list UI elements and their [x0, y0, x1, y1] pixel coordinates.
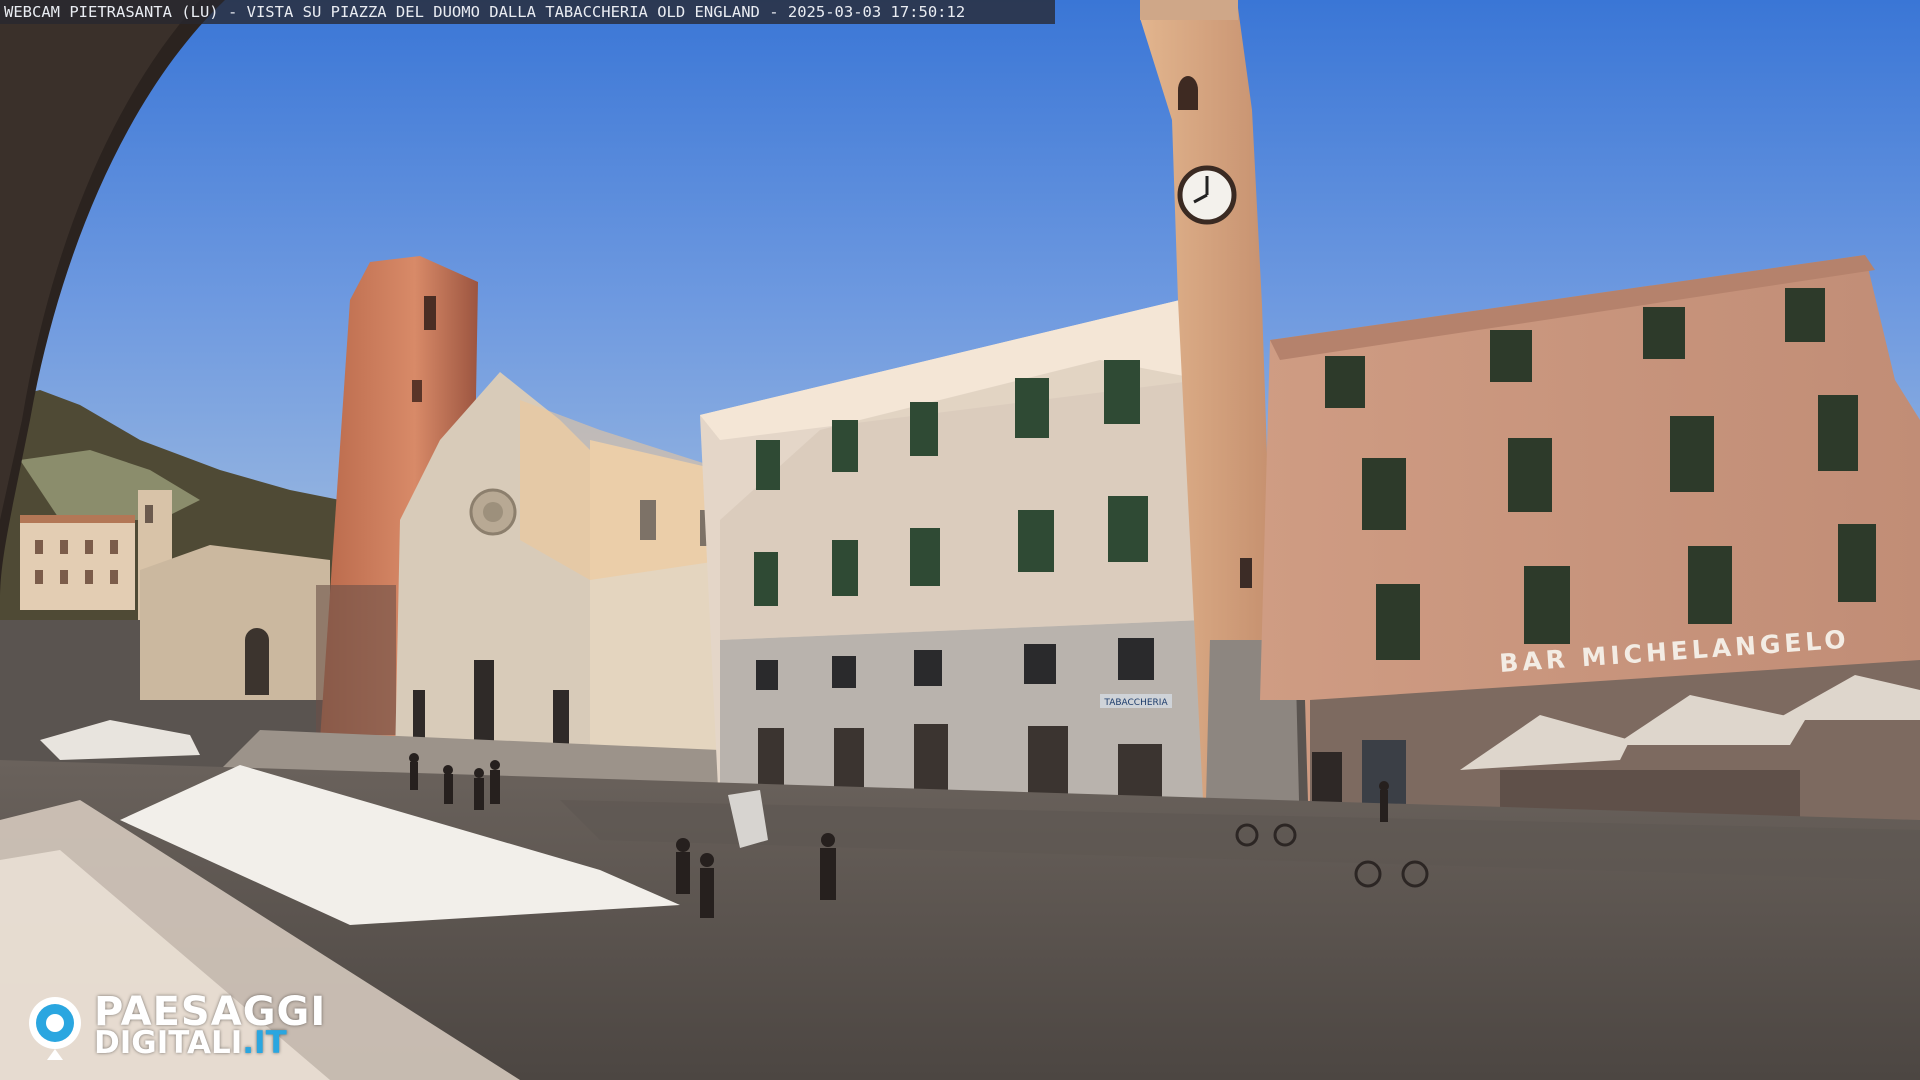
duomo-portal	[474, 660, 494, 745]
paesaggi-digitali-logo: PAESAGGI DIGITALI.IT	[26, 992, 346, 1062]
logo-line2-tld: .IT	[242, 1025, 287, 1061]
left-building	[20, 520, 135, 610]
webcam-caption: WEBCAM PIETRASANTA (LU) - VISTA SU PIAZZ…	[0, 0, 1055, 24]
logo-line2: DIGITALI.IT	[94, 1026, 287, 1060]
tabacchi-sign: TABACCHERIA	[1103, 698, 1168, 708]
webcam-scene: TABACCHERIA BAR MICHELANGELO	[0, 0, 1920, 1080]
logo-line2-main: DIGITALI	[94, 1025, 243, 1061]
left-church	[140, 545, 330, 700]
eye-camera-icon	[29, 997, 81, 1060]
